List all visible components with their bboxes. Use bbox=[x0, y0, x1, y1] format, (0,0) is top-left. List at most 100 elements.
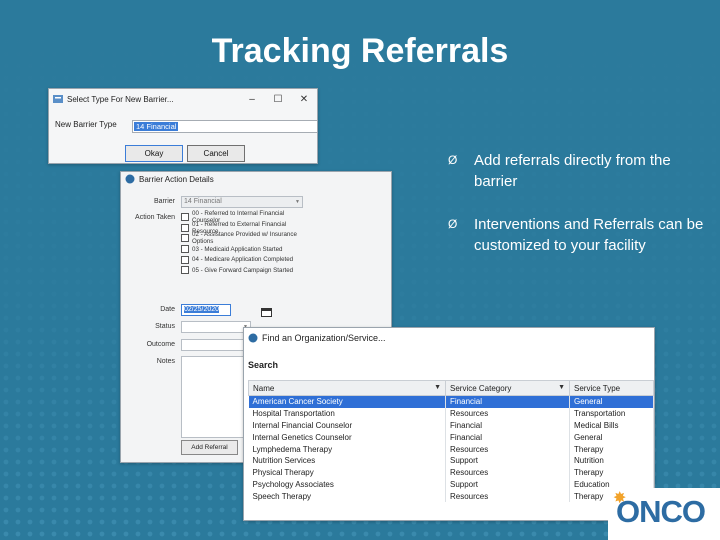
cancel-button[interactable]: Cancel bbox=[187, 145, 245, 162]
column-label: Service Type bbox=[574, 383, 621, 393]
checkbox-icon[interactable] bbox=[181, 234, 189, 243]
column-label: Name bbox=[253, 383, 275, 393]
barrier-value: 14 Financial bbox=[184, 198, 222, 205]
cell-category: Financial bbox=[445, 395, 570, 408]
cell-type: Nutrition bbox=[569, 454, 654, 467]
dialog-title: Barrier Action Details bbox=[139, 174, 214, 184]
table-row[interactable]: American Cancer Society Financial General bbox=[248, 395, 654, 408]
outcome-label: Outcome bbox=[146, 341, 175, 348]
cell-type: General bbox=[569, 431, 654, 444]
dialog-titlebar: Barrier Action Details bbox=[121, 172, 391, 186]
dialog-titlebar: Select Type For New Barrier... – ☐ ✕ bbox=[49, 89, 317, 109]
cell-category: Financial bbox=[445, 419, 570, 432]
close-icon[interactable]: ✕ bbox=[291, 94, 317, 105]
checkbox-icon[interactable] bbox=[181, 266, 189, 275]
date-label: Date bbox=[160, 306, 175, 313]
cell-type: Transportation bbox=[569, 407, 654, 420]
table-row[interactable]: Speech Therapy Resources Therapy bbox=[248, 490, 654, 503]
notes-textarea[interactable] bbox=[181, 356, 247, 438]
cell-name: Hospital Transportation bbox=[248, 407, 446, 420]
table-row[interactable]: Psychology Associates Support Education bbox=[248, 478, 654, 491]
cell-category: Support bbox=[445, 478, 570, 491]
cell-category: Financial bbox=[445, 431, 570, 444]
action-taken-label: Action Taken bbox=[135, 214, 175, 221]
barrier-type-label: New Barrier Type bbox=[55, 120, 117, 129]
cell-name: Speech Therapy bbox=[248, 490, 446, 503]
find-organization-dialog: Find an Organization/Service... Search N… bbox=[243, 327, 655, 521]
filter-icon[interactable]: ▼ bbox=[558, 384, 565, 391]
dialog-title: Select Type For New Barrier... bbox=[67, 94, 174, 104]
bullet-arrow-icon: Ø bbox=[448, 217, 458, 231]
barrier-label: Barrier bbox=[153, 198, 175, 205]
table-row[interactable]: Physical Therapy Resources Therapy bbox=[248, 466, 654, 479]
date-field[interactable]: 02/25/2020 bbox=[181, 304, 231, 316]
column-header-category[interactable]: Service Category ▼ bbox=[445, 380, 570, 396]
select-type-dialog: Select Type For New Barrier... – ☐ ✕ New… bbox=[48, 88, 318, 164]
barrier-field[interactable]: 14 Financial ▼ bbox=[181, 196, 303, 208]
action-checkbox[interactable]: 05 - Give Forward Campaign Started bbox=[181, 265, 303, 276]
action-label: 03 - Medicaid Application Started bbox=[192, 245, 283, 253]
cell-type: General bbox=[569, 395, 654, 408]
checkbox-icon[interactable] bbox=[181, 223, 189, 232]
organization-table: Name ▼ Service Category ▼ Service Type Ame… bbox=[248, 380, 654, 503]
cell-type: Therapy bbox=[569, 443, 654, 455]
bullet-text: Interventions and Referrals can be custo… bbox=[474, 216, 704, 254]
action-checkbox[interactable]: 04 - Medicare Application Completed bbox=[181, 254, 303, 265]
table-row[interactable]: Lymphedema Therapy Resources Therapy bbox=[248, 443, 654, 455]
checkbox-icon[interactable] bbox=[181, 245, 189, 254]
cell-category: Resources bbox=[445, 407, 570, 420]
column-label: Service Category bbox=[450, 383, 512, 393]
action-label: 02 - Assistance Provided w/ Insurance Op… bbox=[192, 231, 297, 246]
bullet-arrow-icon: Ø bbox=[448, 153, 458, 167]
table-row[interactable]: Internal Genetics Counselor Financial Gene… bbox=[248, 431, 654, 444]
cell-name: Nutrition Services bbox=[248, 454, 446, 467]
checkbox-icon[interactable] bbox=[181, 213, 189, 222]
cell-category: Support bbox=[445, 454, 570, 467]
table-header-row: Name ▼ Service Category ▼ Service Type bbox=[248, 380, 654, 396]
barrier-type-select[interactable]: 14 Financial ▼ bbox=[132, 120, 317, 133]
status-select[interactable]: ▼ bbox=[181, 321, 251, 333]
bullet-item: Ø Interventions and Referrals can be cus… bbox=[448, 214, 710, 256]
table-row[interactable]: Internal Financial Counselor Financial Med… bbox=[248, 419, 654, 432]
bullet-item: Ø Add referrals directly from the barrie… bbox=[448, 150, 710, 192]
app-icon bbox=[248, 333, 258, 343]
selected-value: 14 Financial bbox=[134, 122, 179, 131]
bullet-list: Ø Add referrals directly from the barrie… bbox=[448, 150, 710, 278]
calendar-icon[interactable] bbox=[261, 304, 272, 322]
maximize-icon[interactable]: ☐ bbox=[265, 94, 291, 105]
table-row[interactable]: Hospital Transportation Resources Transpor… bbox=[248, 407, 654, 420]
action-checkbox[interactable]: 02 - Assistance Provided w/ Insurance Op… bbox=[181, 231, 303, 246]
column-header-type[interactable]: Service Type bbox=[569, 380, 654, 396]
filter-icon[interactable]: ▼ bbox=[434, 384, 441, 391]
action-label: 04 - Medicare Application Completed bbox=[192, 256, 294, 264]
search-label: Search bbox=[248, 360, 279, 370]
cell-name: Internal Financial Counselor bbox=[248, 419, 446, 432]
add-referral-button[interactable]: Add Referral bbox=[181, 440, 238, 455]
onco-logo: ✸ ONCO bbox=[608, 488, 720, 540]
cell-name: American Cancer Society bbox=[248, 395, 446, 408]
minimize-icon[interactable]: – bbox=[239, 94, 265, 105]
table-row[interactable]: Nutrition Services Support Nutrition bbox=[248, 454, 654, 467]
date-value: 02/25/2020 bbox=[184, 306, 220, 313]
dialog-title: Find an Organization/Service... bbox=[262, 333, 386, 343]
logo-text: ONCO bbox=[616, 494, 706, 529]
action-checklist: 00 - Referred to Internal Financial Coun… bbox=[181, 210, 303, 276]
slide-title: Tracking Referrals bbox=[211, 32, 509, 70]
cell-type: Medical Bills bbox=[569, 419, 654, 432]
cell-category: Resources bbox=[445, 490, 570, 503]
dialog-titlebar: Find an Organization/Service... bbox=[244, 328, 654, 348]
cell-name: Internal Genetics Counselor bbox=[248, 431, 446, 444]
checkbox-icon[interactable] bbox=[181, 255, 189, 264]
app-icon bbox=[125, 174, 135, 184]
outcome-field[interactable] bbox=[181, 339, 251, 351]
notes-label: Notes bbox=[156, 358, 175, 365]
column-header-name[interactable]: Name ▼ bbox=[248, 380, 446, 396]
bullet-text: Add referrals directly from the barrier bbox=[474, 152, 671, 190]
cell-category: Resources bbox=[445, 443, 570, 455]
okay-button[interactable]: Okay bbox=[125, 145, 183, 162]
cell-category: Resources bbox=[445, 466, 570, 479]
cell-name: Physical Therapy bbox=[248, 466, 446, 479]
status-label: Status bbox=[155, 323, 175, 330]
chevron-down-icon[interactable]: ▼ bbox=[295, 197, 302, 207]
cell-name: Lymphedema Therapy bbox=[248, 443, 446, 455]
